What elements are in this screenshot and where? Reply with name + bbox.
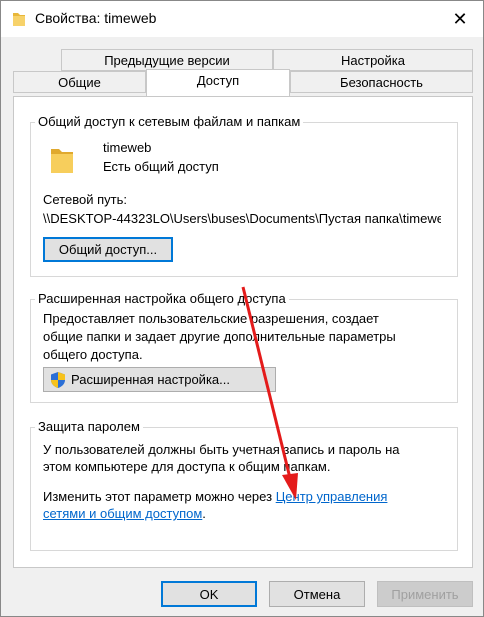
tab-security[interactable]: Безопасность xyxy=(290,71,473,93)
tab-sharing[interactable]: Доступ xyxy=(146,69,290,96)
share-status: Есть общий доступ xyxy=(103,159,219,174)
password-description-line: этом компьютере для доступа к общим папк… xyxy=(43,459,331,474)
window-title: Свойства: timeweb xyxy=(35,10,157,26)
uac-shield-icon xyxy=(51,372,65,388)
password-change-line: Изменить этот параметр можно через Центр… xyxy=(43,489,388,504)
tab-previous-versions[interactable]: Предыдущие версии xyxy=(61,49,273,71)
network-path-value[interactable]: \\DESKTOP-44323LO\Users\buses\Documents\… xyxy=(43,211,441,226)
title-bar: Свойства: timeweb ✕ xyxy=(1,1,483,37)
folder-name: timeweb xyxy=(103,140,152,155)
network-center-link[interactable]: сетями и общим доступом xyxy=(43,506,202,521)
ok-button[interactable]: OK xyxy=(161,581,257,607)
advanced-description-line: общие папки и задает другие дополнительн… xyxy=(43,329,396,344)
network-path-label: Сетевой путь: xyxy=(43,192,127,207)
group-title: Расширенная настройка общего доступа xyxy=(35,291,289,306)
share-button[interactable]: Общий доступ... xyxy=(43,237,173,262)
group-title: Общий доступ к сетевым файлам и папкам xyxy=(35,114,304,129)
folder-icon xyxy=(13,13,25,26)
password-description-line: У пользователей должны быть учетная запи… xyxy=(43,442,400,457)
password-protection-group: Защита паролем У пользователей должны бы… xyxy=(30,419,458,551)
properties-window: Свойства: timeweb ✕ Предыдущие версии На… xyxy=(0,0,484,617)
close-icon: ✕ xyxy=(452,8,468,29)
password-change-line: сетями и общим доступом. xyxy=(43,506,206,521)
group-title: Защита паролем xyxy=(35,419,143,434)
advanced-sharing-group: Расширенная настройка общего доступа Пре… xyxy=(30,291,458,403)
folder-icon xyxy=(51,149,73,173)
apply-button[interactable]: Применить xyxy=(377,581,473,607)
advanced-sharing-button[interactable]: Расширенная настройка... xyxy=(43,367,276,392)
network-sharing-group: Общий доступ к сетевым файлам и папкам t… xyxy=(30,114,458,277)
network-center-link[interactable]: Центр управления xyxy=(276,489,388,504)
tab-general[interactable]: Общие xyxy=(13,71,146,93)
tab-panel-sharing: Общий доступ к сетевым файлам и папкам t… xyxy=(13,96,473,568)
cancel-button[interactable]: Отмена xyxy=(269,581,365,607)
advanced-description-line: Предоставляет пользовательские разрешени… xyxy=(43,311,379,326)
advanced-description-line: общего доступа. xyxy=(43,347,143,362)
close-button[interactable]: ✕ xyxy=(437,1,483,37)
tab-customize[interactable]: Настройка xyxy=(273,49,473,71)
